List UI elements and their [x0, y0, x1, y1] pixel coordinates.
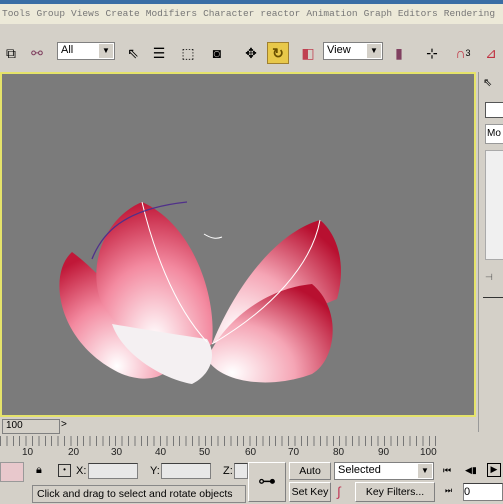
tick-label: 80 — [333, 447, 345, 458]
snap-label: 3 — [465, 48, 471, 58]
prompt-line: Click and drag to select and rotate obje… — [32, 485, 246, 503]
modifier-list-label: Mo — [487, 128, 501, 139]
key-icon[interactable]: ⊶ — [248, 462, 286, 502]
absolute-mode-icon[interactable]: • — [58, 464, 71, 477]
selection-filter-dropdown[interactable]: All ▼ — [57, 42, 115, 60]
spline — [203, 233, 223, 239]
chevron-down-icon: ▼ — [99, 44, 113, 58]
window-crossing-icon[interactable]: ◙ — [206, 42, 228, 64]
flower-model — [59, 201, 341, 384]
menu-reactor[interactable]: reactor — [260, 8, 300, 20]
pivot-center-icon[interactable]: ▮ — [388, 42, 410, 64]
y-label: Y: — [150, 465, 160, 477]
time-slider[interactable]: 100 — [2, 419, 60, 434]
key-mode-value: Selected — [338, 464, 381, 476]
tangent-type-icon[interactable]: ∫ — [337, 484, 341, 499]
lock-icon[interactable]: 🔒︎ — [36, 464, 42, 477]
menu-rendering[interactable]: Rendering — [444, 8, 495, 20]
menu-modifiers[interactable]: Modifiers — [146, 8, 197, 20]
scale-icon[interactable]: ◧ — [297, 42, 319, 64]
selection-filter-value: All — [61, 44, 74, 56]
key-mode-dropdown[interactable]: Selected ▼ — [334, 462, 434, 480]
track-bar[interactable]: 10 20 30 40 50 60 70 80 90 100 — [0, 436, 440, 460]
move-icon[interactable]: ✥ — [240, 42, 262, 64]
modifier-stack[interactable] — [485, 150, 503, 260]
pin-stack-icon[interactable]: ⊣ — [485, 272, 493, 283]
tick-label: 100 — [420, 447, 437, 458]
previous-frame-icon[interactable]: ◀▮ — [465, 465, 477, 476]
coord-system-value: View — [327, 44, 351, 56]
snap-toggle-icon[interactable]: ∩ 3 — [452, 42, 474, 64]
time-slider-value: 100 — [6, 420, 23, 431]
status-bar: 🔒︎ • X: Y: Z: ⊶ Click and drag to select… — [0, 460, 503, 504]
menu-animation[interactable]: Animation — [306, 8, 357, 20]
link-icon[interactable]: ⧉ — [0, 42, 22, 64]
select-by-name-icon[interactable]: ☰ — [148, 42, 170, 64]
tick-label: 70 — [288, 447, 300, 458]
tick-label: 50 — [199, 447, 211, 458]
create-tab-icon[interactable]: ⇖ — [483, 76, 492, 89]
x-coordinate-field[interactable] — [88, 463, 138, 479]
menu-views[interactable]: Views — [71, 8, 100, 20]
z-coordinate-field[interactable] — [234, 463, 248, 479]
x-label: X: — [76, 465, 87, 477]
rotate-icon[interactable]: ↻ — [267, 42, 289, 64]
perspective-viewport[interactable] — [0, 72, 476, 417]
divider — [483, 297, 503, 298]
tick-label: 20 — [68, 447, 80, 458]
menu-character[interactable]: Character — [203, 8, 254, 20]
key-mode-toggle-icon[interactable]: ⏭ — [445, 486, 452, 496]
menu-create[interactable]: Create — [106, 8, 140, 20]
angle-snap-icon[interactable]: ⊿ — [480, 42, 502, 64]
track-ticks — [0, 436, 440, 446]
next-frame-arrow[interactable]: > — [61, 419, 73, 434]
tick-label: 30 — [111, 447, 123, 458]
select-manipulate-icon[interactable]: ⊹ — [421, 42, 443, 64]
menu-bar: Tools Group Views Create Modifiers Chara… — [0, 4, 503, 24]
menu-tools[interactable]: Tools — [2, 8, 31, 20]
menu-group[interactable]: Group — [37, 8, 66, 20]
play-icon[interactable]: ▶ — [487, 463, 501, 477]
command-panel: ⇖ Mo ⊣ — [478, 72, 503, 432]
modifier-list-dropdown[interactable]: Mo — [485, 124, 503, 144]
menu-graph-editors[interactable]: Graph Editors — [364, 8, 438, 20]
chevron-down-icon: ▼ — [418, 464, 432, 478]
tick-label: 90 — [378, 447, 390, 458]
tick-label: 10 — [22, 447, 34, 458]
z-label: Z: — [223, 465, 233, 477]
auto-key-button[interactable]: Auto Key — [289, 462, 331, 493]
main-toolbar: ⧉ ⚯ All ▼ ⇖ ☰ ⬚ ◙ ✥ ↻ ◧ View ▼ ▮ ⊹ ∩ 3 ⊿ — [0, 34, 503, 70]
bind-space-warp-icon[interactable]: ⚯ — [26, 42, 48, 64]
set-key-button[interactable]: Set Key — [289, 482, 331, 502]
rectangular-selection-icon[interactable]: ⬚ — [177, 42, 199, 64]
y-coordinate-field[interactable] — [161, 463, 211, 479]
maxscript-listener[interactable] — [0, 462, 24, 482]
key-filters-button[interactable]: Key Filters... — [355, 482, 435, 502]
chevron-down-icon: ▼ — [367, 44, 381, 58]
current-frame-field[interactable] — [463, 483, 503, 501]
tick-label: 60 — [245, 447, 257, 458]
select-object-icon[interactable]: ⇖ — [122, 42, 144, 64]
petal-front-right — [207, 284, 333, 383]
reference-coordinate-dropdown[interactable]: View ▼ — [323, 42, 383, 60]
object-name-field[interactable] — [485, 102, 503, 118]
tick-label: 40 — [155, 447, 167, 458]
go-to-start-icon[interactable]: ⏮ — [443, 465, 451, 476]
